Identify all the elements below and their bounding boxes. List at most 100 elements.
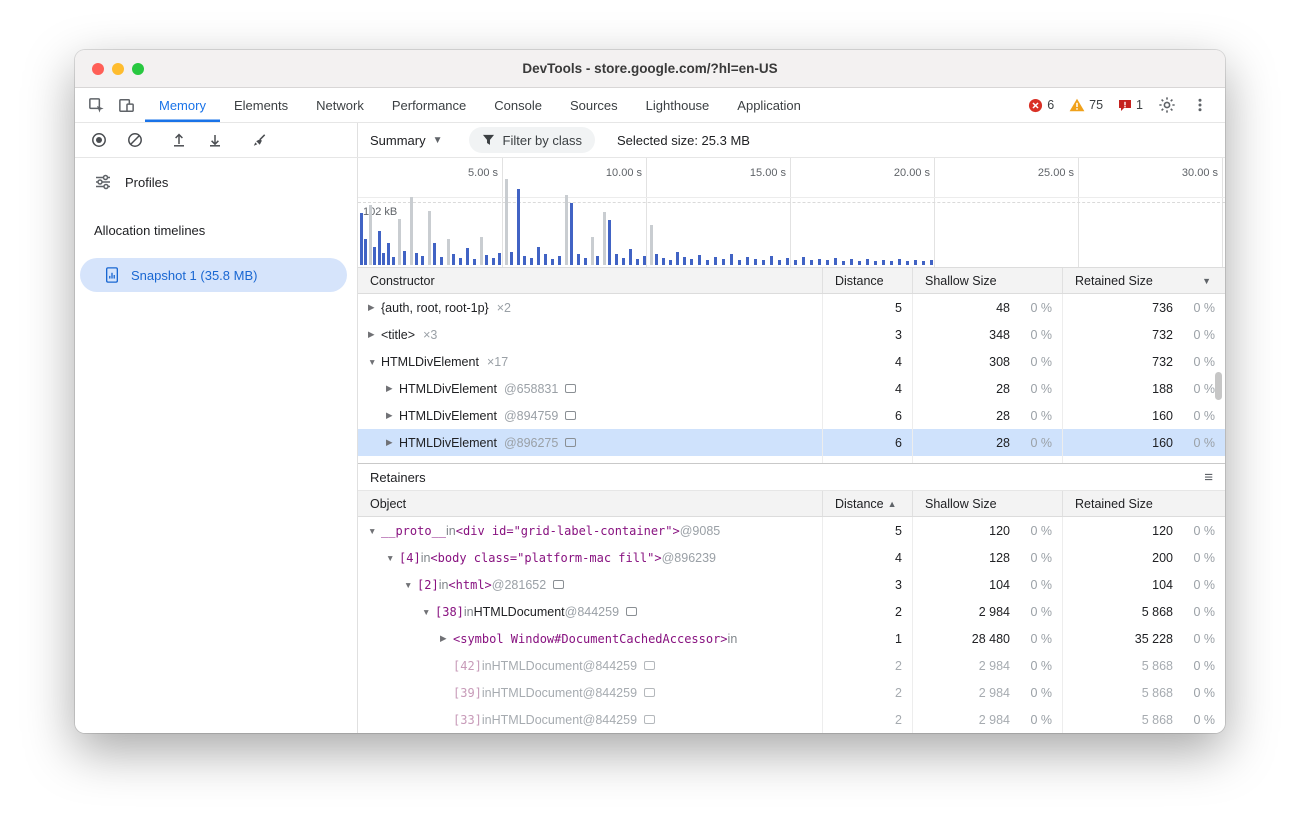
constructor-row[interactable]: ▶HTMLDivElement@6588314280 %1880 % (358, 375, 1225, 402)
collapse-arrow-icon[interactable]: ▼ (404, 580, 417, 590)
issue-icon (1118, 99, 1132, 112)
retained-size-cell: 1600 % (1062, 429, 1225, 456)
tab-memory[interactable]: Memory (145, 88, 220, 122)
collapse-arrow-icon[interactable]: ▼ (422, 607, 435, 617)
tab-console[interactable]: Console (480, 88, 556, 122)
constructor-row[interactable]: ▶HTMLDivElement@8962756280 %1600 % (358, 429, 1225, 456)
reveal-icon[interactable] (565, 384, 576, 393)
retainer-row[interactable]: ▼[38] in HTMLDocument @84425922 9840 %5 … (358, 598, 1225, 625)
collect-garbage-button[interactable] (245, 126, 273, 154)
retainer-row[interactable]: ▼[2] in <html> @28165231040 %1040 % (358, 571, 1225, 598)
shallow-size-value: 2 984 (913, 686, 1010, 700)
retainer-row[interactable]: ▼[4] in <body class="platform-mac fill">… (358, 544, 1225, 571)
column-header-retainers-distance[interactable]: Distance ▲ (822, 491, 912, 516)
collapse-arrow-icon[interactable]: ▼ (368, 526, 381, 536)
constructor-scrollbar-thumb[interactable] (1215, 372, 1222, 400)
column-header-retained-size[interactable]: Retained Size ▼ (1062, 268, 1225, 293)
tab-network[interactable]: Network (302, 88, 378, 122)
tab-elements[interactable]: Elements (220, 88, 302, 122)
warning-badge[interactable]: 75 (1063, 98, 1109, 112)
column-header-constructor[interactable]: Constructor (358, 268, 822, 293)
constructor-row[interactable]: ▶{auth, root, root-1p}×25480 %7360 % (358, 294, 1225, 321)
load-profile-button[interactable] (165, 126, 193, 154)
retainers-pane: Retainers ≡ Object Distance ▲ Shallow Si… (358, 463, 1225, 733)
tab-sources[interactable]: Sources (556, 88, 632, 122)
more-options-button[interactable] (1185, 97, 1215, 113)
timeline-bar (636, 259, 639, 265)
issues-badge[interactable]: 1 (1112, 98, 1149, 112)
timeline-bar (608, 220, 611, 265)
window-titlebar[interactable]: DevTools - store.google.com/?hl=en-US (75, 50, 1225, 88)
shallow-size-percent: 0 % (1010, 355, 1052, 369)
reveal-icon[interactable] (644, 661, 655, 670)
retainer-row[interactable]: ▶<symbol Window#DocumentCachedAccessor> … (358, 625, 1225, 652)
shallow-size-cell: 28 4800 % (912, 625, 1062, 652)
retained-size-cell: 1040 % (1062, 571, 1225, 598)
distance-cell: 3 (822, 321, 912, 348)
profile-view-select[interactable]: Summary ▼ (370, 133, 443, 148)
tab-application[interactable]: Application (723, 88, 815, 122)
column-header-retainers-retained-size[interactable]: Retained Size (1062, 491, 1225, 516)
column-header-distance[interactable]: Distance (822, 268, 912, 293)
expand-arrow-icon[interactable]: ▶ (368, 302, 381, 313)
constructor-name: HTMLDivElement (399, 382, 497, 396)
clear-profiles-button[interactable] (121, 126, 149, 154)
collapse-arrow-icon[interactable]: ▼ (368, 357, 381, 367)
device-toolbar-button[interactable] (111, 88, 141, 122)
retainers-menu-button[interactable]: ≡ (1204, 469, 1213, 486)
constructor-row[interactable]: ▶<title>×333480 %7320 % (358, 321, 1225, 348)
minimize-window-button[interactable] (112, 63, 124, 75)
retainer-row[interactable]: [42] in HTMLDocument @84425922 9840 %5 8… (358, 652, 1225, 679)
timeline-bar (505, 179, 508, 265)
timeline-bar (730, 254, 733, 265)
tab-lighthouse[interactable]: Lighthouse (632, 88, 724, 122)
expand-arrow-icon[interactable]: ▶ (440, 633, 453, 644)
timeline-bar (754, 259, 757, 265)
tab-performance[interactable]: Performance (378, 88, 480, 122)
timeline-bar (485, 255, 488, 265)
column-header-object[interactable]: Object (358, 491, 822, 516)
constructor-row[interactable]: ▼HTMLDivElement×1743080 %7320 % (358, 348, 1225, 375)
retainer-row[interactable]: [33] in HTMLDocument @84425922 9840 %5 8… (358, 706, 1225, 733)
object-addr-text: @844259 (583, 713, 637, 727)
distance-value: 1 (895, 632, 902, 646)
timeline-bar (906, 261, 909, 265)
settings-button[interactable] (1152, 96, 1182, 114)
expand-arrow-icon[interactable]: ▶ (368, 329, 381, 340)
expand-arrow-icon[interactable]: ▶ (386, 383, 399, 394)
sidebar-item-snapshot-1[interactable]: Snapshot 1 (35.8 MB) (80, 258, 347, 292)
reveal-icon[interactable] (565, 411, 576, 420)
timeline-bar (850, 259, 853, 265)
constructor-row[interactable]: ▶HTMLDivElement@8947596280 %1600 % (358, 402, 1225, 429)
allocation-timeline-overview[interactable]: 5.00 s10.00 s15.00 s20.00 s25.00 s30.00 … (358, 158, 1225, 268)
expand-arrow-icon[interactable]: ▶ (386, 437, 399, 448)
constructor-row[interactable]: ▶HTMLDivElement (358, 456, 1225, 463)
sort-ascending-icon: ▲ (888, 499, 897, 509)
retained-size-percent: 0 % (1173, 436, 1215, 450)
column-header-shallow-size[interactable]: Shallow Size (912, 268, 1062, 293)
reveal-icon[interactable] (565, 438, 576, 447)
object-in-text: in (482, 659, 492, 673)
column-header-retainers-shallow-size[interactable]: Shallow Size (912, 491, 1062, 516)
instance-count: ×17 (487, 355, 508, 369)
instance-count: ×3 (423, 328, 437, 342)
timeline-bar (603, 212, 606, 265)
retainer-row[interactable]: ▼__proto__ in <div id="grid-label-contai… (358, 517, 1225, 544)
error-badge[interactable]: 6 (1022, 98, 1060, 113)
retained-size-percent: 0 % (1173, 355, 1215, 369)
reveal-icon[interactable] (626, 607, 637, 616)
zoom-window-button[interactable] (132, 63, 144, 75)
record-allocation-button[interactable] (85, 126, 113, 154)
save-profile-button[interactable] (201, 126, 229, 154)
collapse-arrow-icon[interactable]: ▼ (386, 553, 399, 563)
reveal-icon[interactable] (644, 688, 655, 697)
close-window-button[interactable] (92, 63, 104, 75)
reveal-icon[interactable] (644, 715, 655, 724)
inspect-element-button[interactable] (81, 88, 111, 122)
timeline-bar (722, 259, 725, 265)
reveal-icon[interactable] (553, 580, 564, 589)
distance-cell: 2 (822, 679, 912, 706)
expand-arrow-icon[interactable]: ▶ (386, 410, 399, 421)
class-filter-input[interactable]: Filter by class (469, 127, 595, 153)
retainer-row[interactable]: [39] in HTMLDocument @84425922 9840 %5 8… (358, 679, 1225, 706)
